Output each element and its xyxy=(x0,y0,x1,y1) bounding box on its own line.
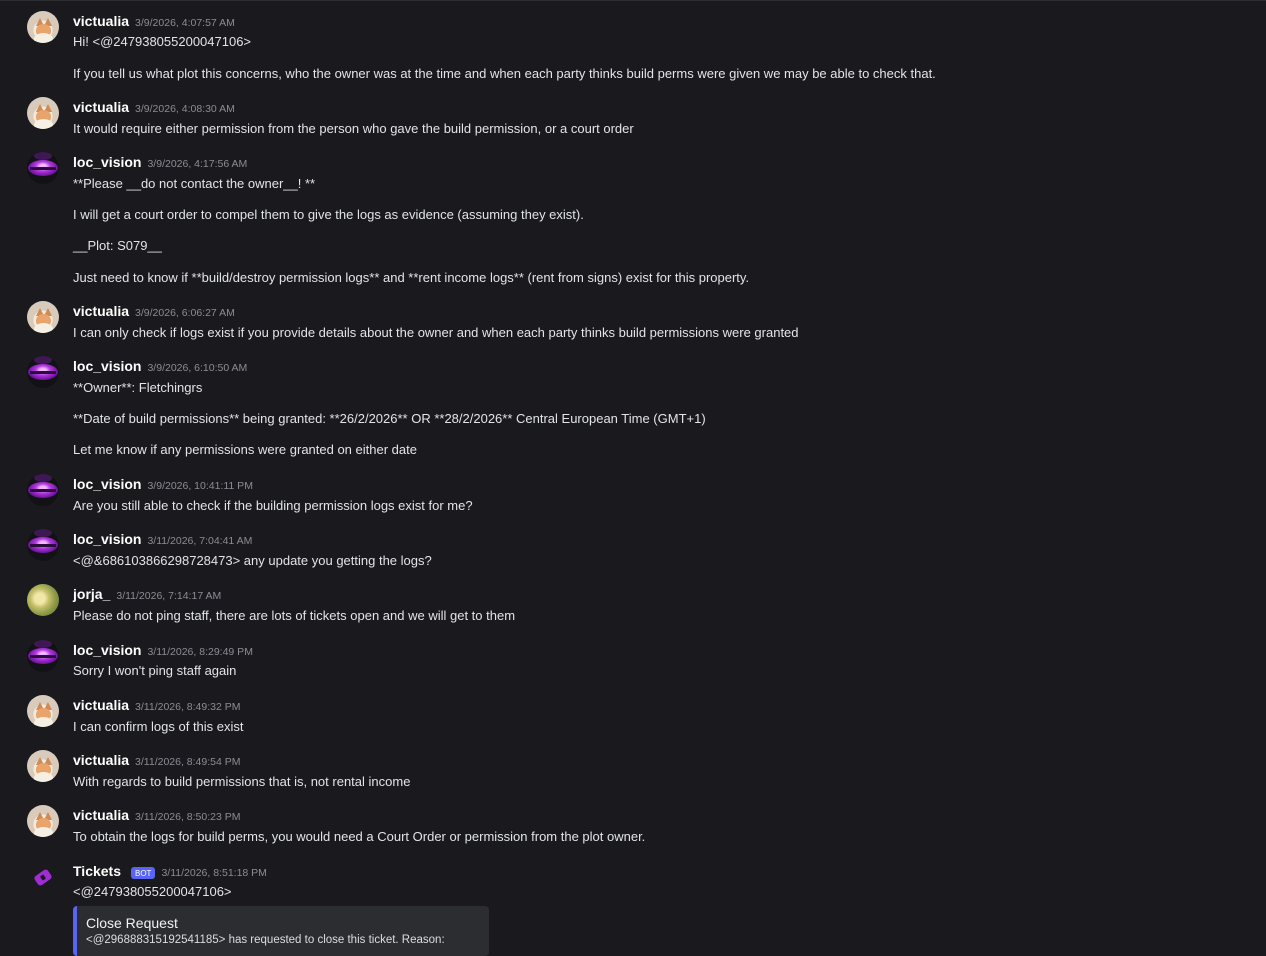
purple-orb-avatar-icon[interactable] xyxy=(27,640,59,672)
message-timestamp: 3/11/2026, 7:14:17 AM xyxy=(116,590,222,602)
message-text: Sorry I won't ping staff again xyxy=(73,663,237,678)
message-timestamp: 3/9/2026, 6:10:50 AM xyxy=(147,362,248,374)
cat-avatar-icon[interactable] xyxy=(27,301,59,333)
message-text: **Date of build permissions** being gran… xyxy=(73,411,706,426)
purple-orb-avatar-icon[interactable] xyxy=(27,152,59,184)
message-text: **Owner**: Fletchingrs xyxy=(73,380,203,395)
embed-description: <@296888315192541185> has requested to c… xyxy=(86,934,445,946)
message-text: **Please __do not contact the owner__! *… xyxy=(73,176,316,191)
username[interactable]: loc_vision xyxy=(73,358,141,374)
purple-orb-avatar-icon[interactable] xyxy=(27,356,59,388)
username[interactable]: loc_vision xyxy=(73,154,141,170)
username[interactable]: loc_vision xyxy=(73,642,141,658)
message-timestamp: 3/11/2026, 8:51:18 PM xyxy=(161,867,267,879)
nature-avatar-icon[interactable] xyxy=(27,584,59,616)
message-text: Are you still able to check if the build… xyxy=(73,498,473,513)
username[interactable]: victualia xyxy=(73,303,129,319)
message-text: It would require either permission from … xyxy=(73,121,634,136)
message-timestamp: 3/9/2026, 4:07:57 AM xyxy=(135,17,235,29)
message-text: To obtain the logs for build perms, you … xyxy=(73,829,646,844)
message-timestamp: 3/11/2026, 8:49:32 PM xyxy=(135,701,241,713)
message-text: Hi! <@247938055200047106> xyxy=(73,34,252,49)
close-request-embed: Close Request <@296888315192541185> has … xyxy=(73,906,489,956)
top-divider xyxy=(0,0,1266,1)
message-text: I will get a court order to compel them … xyxy=(73,207,584,222)
username[interactable]: victualia xyxy=(73,697,129,713)
message-timestamp: 3/11/2026, 8:29:49 PM xyxy=(147,646,253,658)
ticket-icon[interactable] xyxy=(27,861,59,893)
username[interactable]: loc_vision xyxy=(73,531,141,547)
purple-orb-avatar-icon[interactable] xyxy=(27,474,59,506)
username[interactable]: victualia xyxy=(73,99,129,115)
message-timestamp: 3/11/2026, 8:50:23 PM xyxy=(135,811,241,823)
username[interactable]: victualia xyxy=(73,752,129,768)
message-text: Just need to know if **build/destroy per… xyxy=(73,270,750,285)
message-text: __Plot: S079__ xyxy=(73,238,162,253)
username[interactable]: Tickets xyxy=(73,863,121,879)
message-timestamp: 3/9/2026, 10:41:11 PM xyxy=(147,480,253,492)
message-timestamp: 3/9/2026, 4:08:30 AM xyxy=(135,103,235,115)
message-text: I can confirm logs of this exist xyxy=(73,719,244,734)
message-timestamp: 3/9/2026, 6:06:27 AM xyxy=(135,307,235,319)
username[interactable]: victualia xyxy=(73,807,129,823)
username[interactable]: jorja_ xyxy=(73,586,110,602)
purple-orb-avatar-icon[interactable] xyxy=(27,529,59,561)
message-text: <@&686103866298728473> any update you ge… xyxy=(73,553,432,568)
message-text: Please do not ping staff, there are lots… xyxy=(73,608,516,623)
message-text: I can only check if logs exist if you pr… xyxy=(73,325,799,340)
bot-badge: BOT xyxy=(131,867,156,879)
embed-title: Close Request xyxy=(86,915,178,931)
message-timestamp: 3/9/2026, 4:17:56 AM xyxy=(147,158,248,170)
message-timestamp: 3/11/2026, 7:04:41 AM xyxy=(147,535,253,547)
cat-avatar-icon[interactable] xyxy=(27,97,59,129)
cat-avatar-icon[interactable] xyxy=(27,11,59,43)
username[interactable]: victualia xyxy=(73,13,129,29)
message-timestamp: 3/11/2026, 8:49:54 PM xyxy=(135,756,241,768)
cat-avatar-icon[interactable] xyxy=(27,805,59,837)
username[interactable]: loc_vision xyxy=(73,476,141,492)
cat-avatar-icon[interactable] xyxy=(27,695,59,727)
message-text: If you tell us what plot this concerns, … xyxy=(73,66,936,81)
message-text: With regards to build permissions that i… xyxy=(73,774,411,789)
message-text: <@247938055200047106> xyxy=(73,884,232,899)
message-text: Let me know if any permissions were gran… xyxy=(73,442,417,457)
cat-avatar-icon[interactable] xyxy=(27,750,59,782)
